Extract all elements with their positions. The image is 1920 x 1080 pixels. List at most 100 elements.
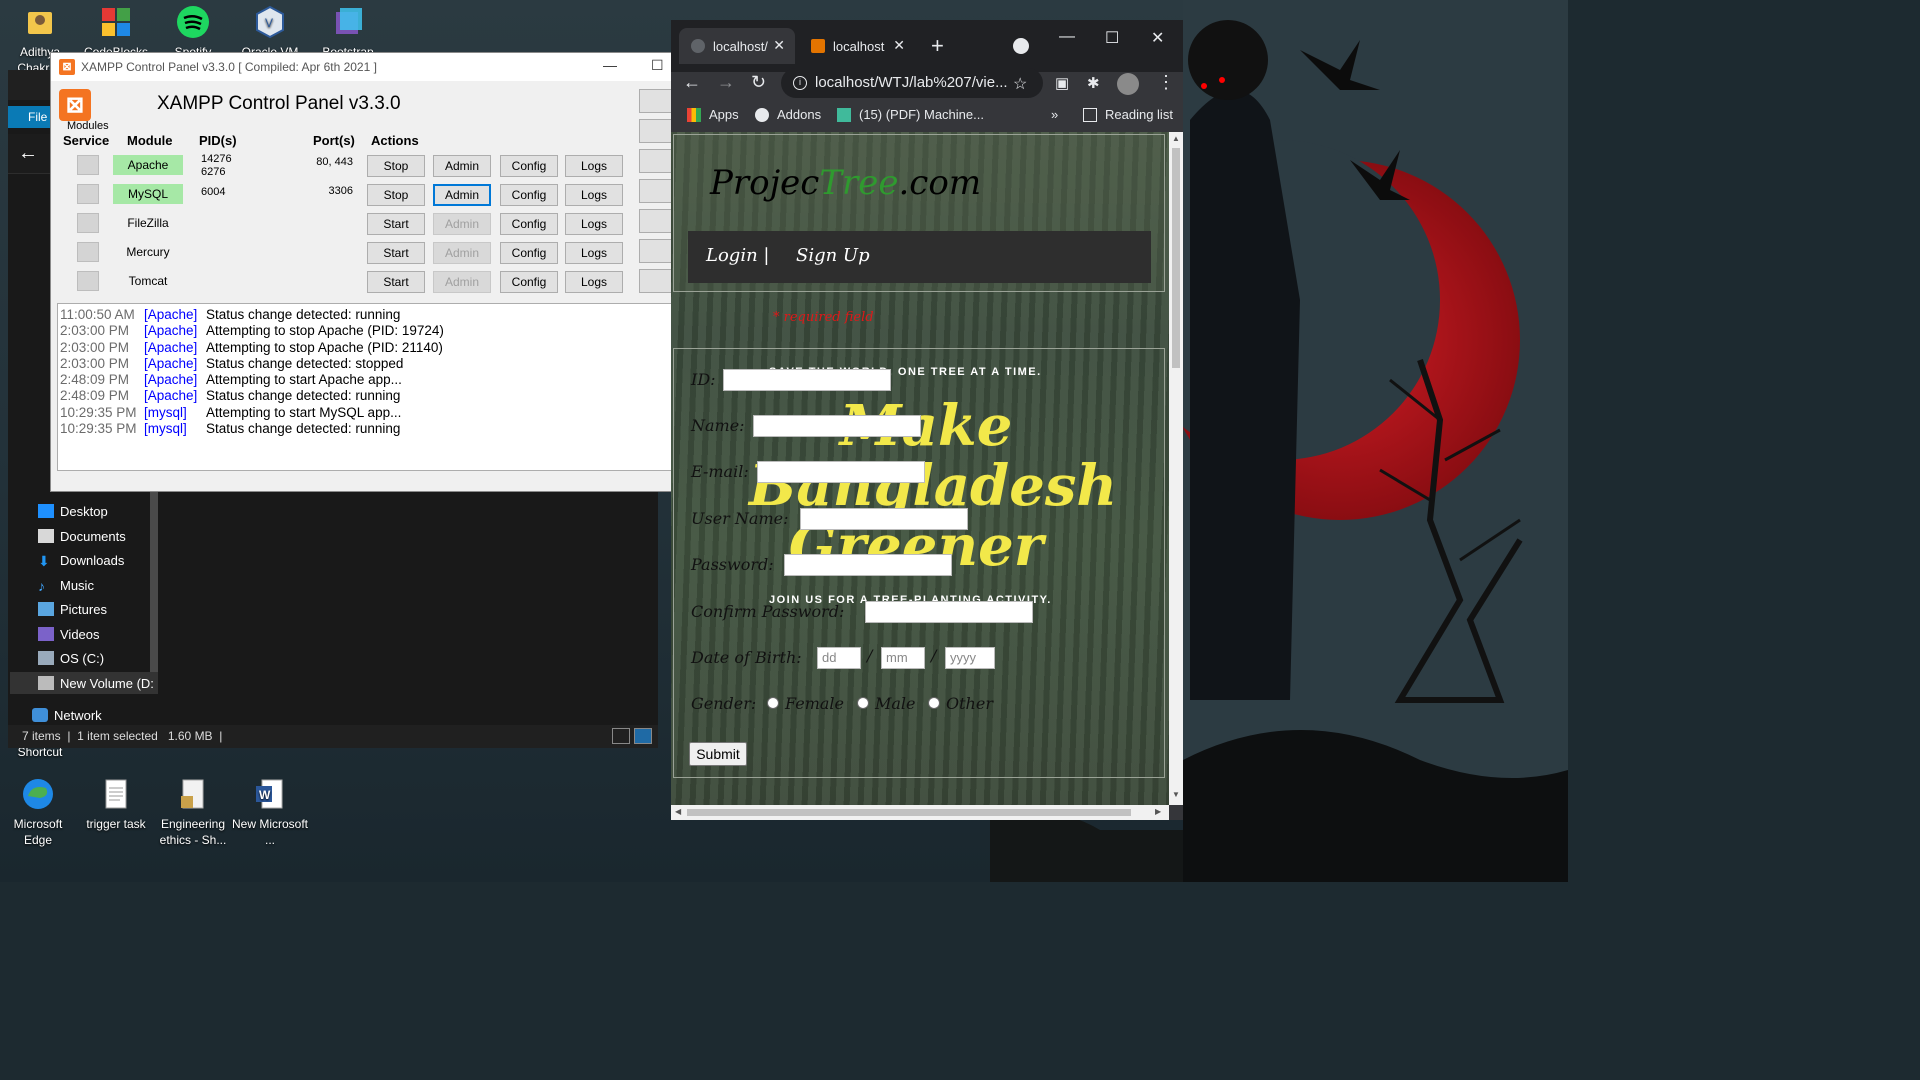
horizontal-scroll-thumb[interactable] xyxy=(687,809,1131,816)
submit-button[interactable]: Submit xyxy=(689,742,747,766)
start-button[interactable]: Start xyxy=(367,242,425,264)
sidebar-item-network[interactable]: Network xyxy=(32,704,102,726)
sidebar-item-new-volume[interactable]: New Volume (D: xyxy=(10,672,158,694)
admin-button[interactable]: Admin xyxy=(433,184,491,206)
close-tab-icon[interactable]: ✕ xyxy=(773,37,785,54)
services-icon[interactable] xyxy=(639,209,673,233)
maximize-icon[interactable]: ☐ xyxy=(1105,28,1119,48)
sidebar-item-os-c[interactable]: OS (C:) xyxy=(38,647,104,669)
bookmark-star-icon[interactable]: ☆ xyxy=(1013,74,1027,94)
config-button[interactable]: Config xyxy=(500,213,558,235)
maximize-icon[interactable]: ☐ xyxy=(651,57,664,74)
xampp-log-panel[interactable]: 11:00:50 AM [Apache] Status change detecte… xyxy=(57,303,673,471)
reading-list[interactable]: Reading list xyxy=(1083,107,1173,122)
minimize-icon[interactable]: — xyxy=(603,57,617,73)
config-button[interactable]: Config xyxy=(500,184,558,206)
close-window-icon[interactable]: ✕ xyxy=(1151,28,1164,48)
chrome-menu-icon[interactable]: ⋮ xyxy=(1157,72,1175,93)
bookmark-apps[interactable]: Apps xyxy=(687,107,739,122)
name-input[interactable] xyxy=(753,415,921,437)
reload-icon[interactable]: ↻ xyxy=(751,72,766,93)
sidebar-item-downloads[interactable]: ⬇ Downloads xyxy=(38,549,124,571)
tab-localhost[interactable]: localhost ✕ xyxy=(799,28,915,64)
forward-arrow-icon[interactable]: → xyxy=(717,72,735,93)
admin-button[interactable]: Admin xyxy=(433,155,491,177)
logs-button[interactable]: Logs xyxy=(565,213,623,235)
quit-icon[interactable] xyxy=(639,269,673,293)
scroll-up-arrow-icon[interactable]: ▲ xyxy=(1172,134,1180,143)
close-tab-icon[interactable]: ✕ xyxy=(893,37,905,54)
explorer-folder-icon[interactable] xyxy=(639,179,673,203)
config-wrench-icon[interactable] xyxy=(639,89,673,113)
logs-button[interactable]: Logs xyxy=(565,184,623,206)
extensions-puzzle-icon[interactable]: ✱ xyxy=(1087,74,1100,92)
page-viewport: ProjecTree.com Login | Sign Up * require… xyxy=(671,132,1169,805)
profile-avatar-icon[interactable] xyxy=(1117,73,1139,95)
scroll-right-arrow-icon[interactable]: ▶ xyxy=(1155,807,1161,816)
bookmarks-overflow[interactable]: » xyxy=(1051,107,1058,122)
extension-camera-icon[interactable]: ▣ xyxy=(1055,74,1069,92)
gender-female-radio[interactable] xyxy=(767,697,779,709)
username-input[interactable] xyxy=(800,508,968,530)
tab-localhost-active[interactable]: localhost/ ✕ xyxy=(679,28,795,64)
sidebar-item-music[interactable]: ♪ Music xyxy=(38,574,94,596)
back-arrow-icon[interactable]: ← xyxy=(18,142,38,165)
sidebar-item-desktop[interactable]: Desktop xyxy=(38,500,108,522)
shell-terminal-icon[interactable] xyxy=(639,149,673,173)
start-button[interactable]: Start xyxy=(367,213,425,235)
scroll-down-arrow-icon[interactable]: ▼ xyxy=(1172,790,1180,799)
vertical-scroll-thumb[interactable] xyxy=(1172,148,1180,368)
site-logo[interactable]: ProjecTree.com xyxy=(710,163,981,203)
config-button[interactable]: Config xyxy=(500,271,558,293)
sidebar-item-videos[interactable]: Videos xyxy=(38,623,100,645)
dob-day-input[interactable]: dd xyxy=(817,647,861,669)
service-checkbox[interactable] xyxy=(77,242,99,262)
sidebar-item-pictures[interactable]: Pictures xyxy=(38,598,107,620)
start-button[interactable]: Start xyxy=(367,271,425,293)
stop-button[interactable]: Stop xyxy=(367,155,425,177)
tab-search-icon[interactable] xyxy=(1013,38,1029,54)
email-input[interactable] xyxy=(757,461,925,483)
confirm-password-input[interactable] xyxy=(865,601,1033,623)
id-input[interactable] xyxy=(723,369,891,391)
trigger-task-icon[interactable]: trigger task xyxy=(76,776,156,832)
new-word-doc-icon[interactable]: W New Microsoft ... xyxy=(230,776,310,848)
dob-month-input[interactable]: mm xyxy=(881,647,925,669)
site-info-icon[interactable]: i xyxy=(793,76,807,90)
minimize-icon[interactable]: — xyxy=(1059,28,1075,46)
netstat-globe-icon[interactable] xyxy=(639,119,673,143)
service-checkbox[interactable] xyxy=(77,184,99,204)
large-icons-view-icon[interactable] xyxy=(634,728,652,744)
gender-male-radio[interactable] xyxy=(857,697,869,709)
bookmark-addons[interactable]: Addons xyxy=(755,107,821,122)
gender-other-radio[interactable] xyxy=(928,697,940,709)
engineering-ethics-icon[interactable]: Engineering ethics - Sh... xyxy=(153,776,233,848)
explorer-sidebar-scrollbar[interactable] xyxy=(150,490,158,690)
sidebar-item-documents[interactable]: Documents xyxy=(38,525,126,547)
stop-button[interactable]: Stop xyxy=(367,184,425,206)
service-checkbox[interactable] xyxy=(77,271,99,291)
dob-year-input[interactable]: yyyy xyxy=(945,647,995,669)
log-time: 2:03:00 PM xyxy=(60,323,130,339)
nav-login-link[interactable]: Login | xyxy=(706,245,769,266)
config-button[interactable]: Config xyxy=(500,155,558,177)
details-view-icon[interactable] xyxy=(612,728,630,744)
page-vertical-scrollbar[interactable]: ▲ ▼ xyxy=(1169,132,1183,805)
new-tab-plus-icon[interactable]: + xyxy=(931,33,944,59)
back-arrow-icon[interactable]: ← xyxy=(683,72,701,93)
edge-desktop-icon[interactable]: Microsoft Edge xyxy=(0,776,78,848)
logs-button[interactable]: Logs xyxy=(565,155,623,177)
logs-button[interactable]: Logs xyxy=(565,271,623,293)
logs-button[interactable]: Logs xyxy=(565,242,623,264)
scroll-left-arrow-icon[interactable]: ◀ xyxy=(675,807,681,816)
config-button[interactable]: Config xyxy=(500,242,558,264)
sidebar-item-label: Music xyxy=(60,577,94,593)
page-horizontal-scrollbar[interactable]: ◀ ▶ xyxy=(671,805,1169,820)
nav-signup-link[interactable]: Sign Up xyxy=(796,245,870,266)
help-icon[interactable] xyxy=(639,239,673,263)
bookmark-researchgate-pdf[interactable]: (15) (PDF) Machine... xyxy=(837,107,984,122)
service-checkbox[interactable] xyxy=(77,155,99,175)
service-checkbox[interactable] xyxy=(77,213,99,233)
password-input[interactable] xyxy=(784,554,952,576)
address-bar[interactable]: i localhost/WTJ/lab%207/vie... xyxy=(781,68,1043,98)
